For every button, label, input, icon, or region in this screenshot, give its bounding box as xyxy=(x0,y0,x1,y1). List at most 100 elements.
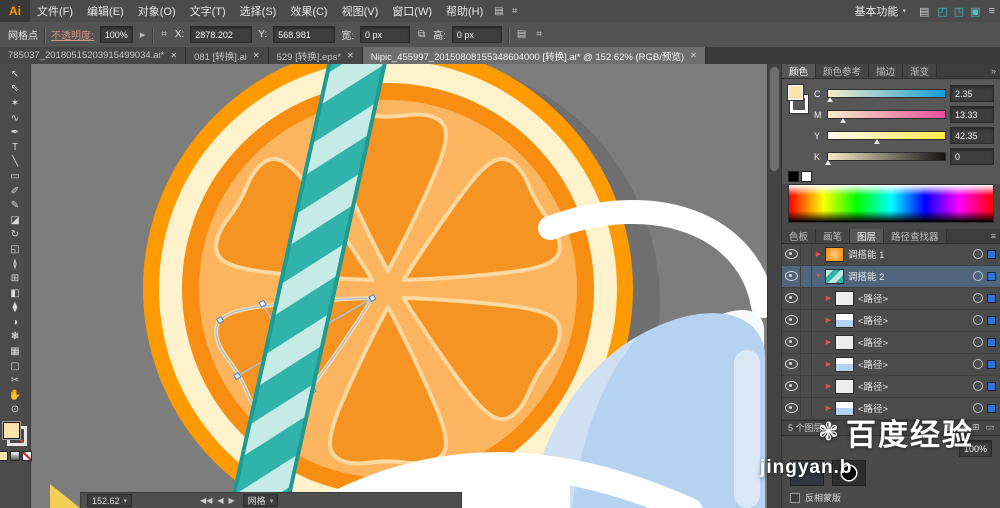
next-artboard-button[interactable]: ▶ xyxy=(229,496,235,505)
visibility-toggle[interactable] xyxy=(782,353,801,375)
column-graph-tool[interactable]: ▦ xyxy=(3,344,27,359)
lock-toggle[interactable] xyxy=(801,287,812,309)
rotate-tool[interactable]: ↻ xyxy=(3,228,27,243)
sublayer-row[interactable]: ▶ <路径> xyxy=(782,331,1000,354)
tab-stroke[interactable]: 描边 xyxy=(869,64,904,79)
tab-pathfinder[interactable]: 路径查找器 xyxy=(884,228,947,243)
direct-selection-tool[interactable]: ⇖ xyxy=(3,82,27,97)
tab-brushes[interactable]: 画笔 xyxy=(816,228,851,243)
menu-help[interactable]: 帮助(H) xyxy=(439,3,490,19)
lock-toggle[interactable] xyxy=(801,265,812,287)
symbol-sprayer-tool[interactable]: ❃ xyxy=(3,330,27,345)
slice-tool[interactable]: ✂ xyxy=(3,373,27,388)
layer-name[interactable]: <路径> xyxy=(858,291,971,305)
layer-name[interactable]: <路径> xyxy=(858,379,971,393)
panel-menu-icon[interactable]: ≡ xyxy=(947,229,1000,243)
visibility-toggle[interactable] xyxy=(782,331,801,353)
rectangle-tool[interactable]: ▭ xyxy=(3,169,27,184)
layer-name[interactable]: 调搭能 2 xyxy=(848,269,971,283)
expand-arrow[interactable]: ▶ xyxy=(812,250,825,258)
pencil-tool[interactable]: ✎ xyxy=(3,198,27,213)
eraser-tool[interactable]: ◪ xyxy=(3,213,27,228)
expand-arrow[interactable]: ▼ xyxy=(812,273,825,280)
mesh-tool[interactable]: ⊞ xyxy=(3,271,27,286)
pen-tool[interactable]: ✒ xyxy=(3,125,27,140)
lock-toggle[interactable] xyxy=(801,331,812,353)
lock-toggle[interactable] xyxy=(801,309,812,331)
lock-toggle[interactable] xyxy=(801,353,812,375)
line-segment-tool[interactable]: ╲ xyxy=(3,155,27,170)
hand-tool[interactable]: ✋ xyxy=(3,388,27,403)
visibility-toggle[interactable] xyxy=(782,287,801,309)
visibility-toggle[interactable] xyxy=(782,265,801,287)
zoom-control[interactable]: 152.62 ▾ xyxy=(87,494,133,507)
close-tab-icon[interactable]: ✕ xyxy=(690,51,697,60)
close-tab-icon[interactable]: ✕ xyxy=(347,51,354,60)
yellow-slider[interactable] xyxy=(827,131,946,145)
black-slider[interactable] xyxy=(825,152,946,166)
status-display[interactable]: 网格 ▾ xyxy=(242,494,279,507)
menu-edit[interactable]: 编辑(E) xyxy=(80,3,131,19)
opacity-input[interactable]: 100% xyxy=(99,26,133,43)
workspace-switcher[interactable]: 基本功能 ▾ xyxy=(846,3,914,19)
constrain-proportions-icon[interactable]: ⧉ xyxy=(416,29,427,40)
lock-toggle[interactable] xyxy=(801,375,812,397)
x-input[interactable]: 2878.202 xyxy=(190,26,253,43)
arrange-documents-icon[interactable]: ⌗ xyxy=(508,6,522,17)
fill-stroke-control[interactable] xyxy=(3,422,27,447)
layer-row[interactable]: ▶ 调搭能 1 xyxy=(782,243,1000,266)
document-tab-active[interactable]: Nipic_455997_20150808155348604000 [转换].a… xyxy=(362,47,706,64)
tab-color-guide[interactable]: 颜色参考 xyxy=(816,64,870,79)
magenta-value-input[interactable]: 13.33 xyxy=(950,106,994,124)
visibility-toggle[interactable] xyxy=(782,309,801,331)
opacity-spinner-icon[interactable]: ▶ xyxy=(139,31,146,39)
selection-tool[interactable]: ↖ xyxy=(3,67,27,82)
reference-point-icon[interactable]: ⌗ xyxy=(159,29,169,40)
eyedropper-tool[interactable]: ⧫ xyxy=(3,301,27,316)
cs-services-icon[interactable]: ▤ xyxy=(914,5,934,18)
vertical-scrollbar[interactable] xyxy=(767,64,782,508)
cyan-value-input[interactable]: 2.35 xyxy=(950,85,994,103)
width-tool[interactable]: ≬ xyxy=(3,257,27,272)
close-tab-icon[interactable]: ✕ xyxy=(170,51,177,60)
expand-arrow[interactable]: ▶ xyxy=(822,360,835,368)
transform-panel-icon[interactable]: ▤ xyxy=(515,29,528,40)
target-circle[interactable] xyxy=(973,249,983,260)
window-tile-icon[interactable]: ◰ xyxy=(934,5,950,18)
sublayer-row[interactable]: ▶ <路径> xyxy=(782,309,1000,332)
magic-wand-tool[interactable]: ✶ xyxy=(3,96,27,111)
canvas[interactable]: 152.62 ▾ ◀◀ ◀ ▶ 网格 ▾ xyxy=(30,64,768,508)
make-clip-mask-icon[interactable]: ◨ xyxy=(944,422,953,433)
window-float-icon[interactable]: ▣ xyxy=(967,5,983,18)
target-circle[interactable] xyxy=(973,403,983,414)
window-cascade-icon[interactable]: ◳ xyxy=(951,5,967,18)
expand-arrow[interactable]: ▶ xyxy=(822,404,835,412)
prev-artboard-button[interactable]: ◀ xyxy=(217,496,223,505)
menu-type[interactable]: 文字(T) xyxy=(183,3,233,19)
target-circle[interactable] xyxy=(973,315,983,326)
tab-gradient[interactable]: 渐变 xyxy=(903,64,938,79)
opacity-label[interactable]: 不透明度: xyxy=(51,27,94,42)
close-tab-icon[interactable]: ✕ xyxy=(253,51,260,60)
scrollbar-thumb[interactable] xyxy=(770,67,779,171)
layer-row-selected[interactable]: ▼ 调搭能 2 xyxy=(782,265,1000,288)
sublayer-row[interactable]: ▶ <路径> xyxy=(782,353,1000,376)
lock-toggle[interactable] xyxy=(801,243,812,265)
lock-toggle[interactable] xyxy=(801,397,812,419)
scale-tool[interactable]: ◱ xyxy=(3,242,27,257)
menu-object[interactable]: 对象(O) xyxy=(131,3,183,19)
tab-layers[interactable]: 图层 xyxy=(850,228,885,243)
expand-arrow[interactable]: ▶ xyxy=(822,338,835,346)
gradient-button[interactable] xyxy=(10,451,20,462)
align-panel-icon[interactable]: ⌗ xyxy=(534,29,544,40)
document-tab[interactable]: 785037_20180515203915499034.ai* ✕ xyxy=(0,47,187,64)
sublayer-row[interactable]: ▶ <路径> xyxy=(782,397,1000,420)
menu-file[interactable]: 文件(F) xyxy=(30,3,80,19)
layer-name[interactable]: <路径> xyxy=(858,357,971,371)
mask-thumbnail[interactable] xyxy=(832,460,866,486)
gradient-tool[interactable]: ◧ xyxy=(3,286,27,301)
target-circle[interactable] xyxy=(973,337,983,348)
type-tool[interactable]: T xyxy=(3,140,27,155)
selection-indicator[interactable] xyxy=(987,337,996,347)
first-artboard-button[interactable]: ◀◀ xyxy=(200,496,212,505)
